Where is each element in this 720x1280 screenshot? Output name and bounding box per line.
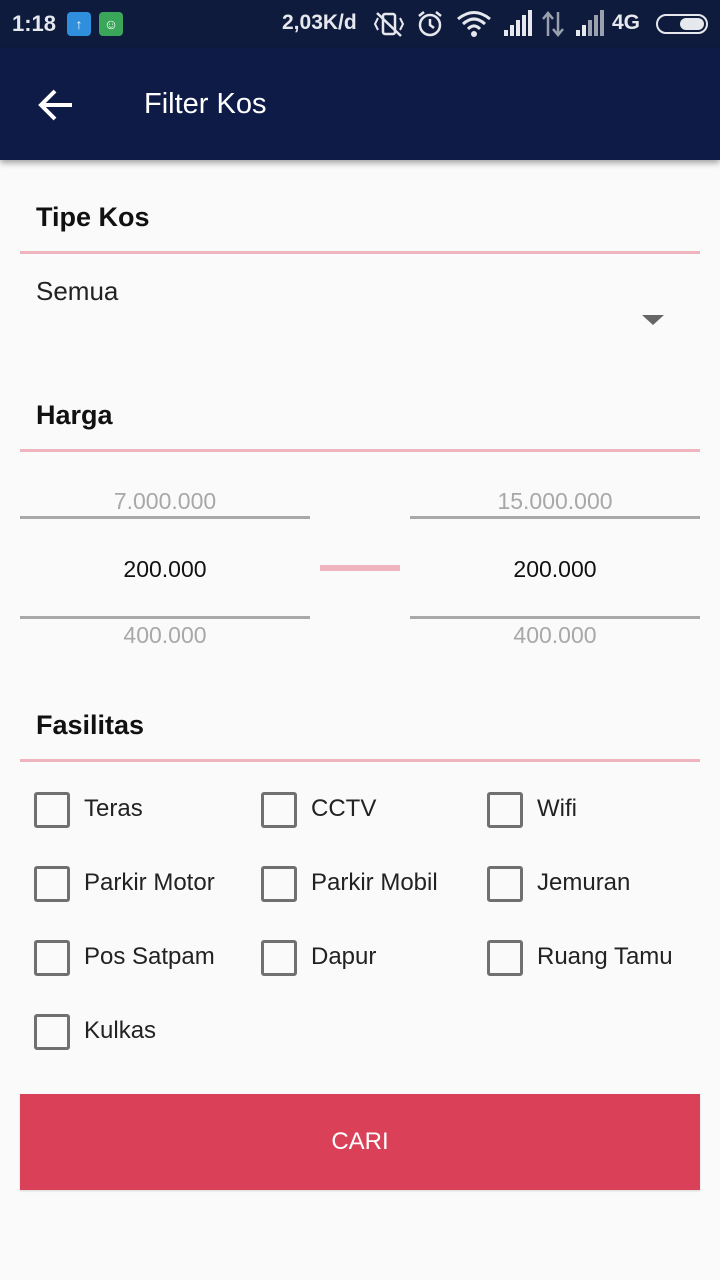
facility-label: Teras <box>84 795 143 822</box>
facility-checkbox-parkir-mobil[interactable]: Parkir Mobil <box>247 866 473 916</box>
checkbox-box[interactable] <box>261 792 297 828</box>
upload-notification-icon: ↑ <box>67 12 91 36</box>
facility-label: Parkir Motor <box>84 869 215 896</box>
checkbox-box[interactable] <box>261 866 297 902</box>
picker-divider <box>20 516 310 519</box>
picker-divider <box>410 516 700 519</box>
facility-checkbox-wifi[interactable]: Wifi <box>473 792 699 842</box>
battery-level <box>680 18 704 30</box>
signal-icon <box>504 10 532 36</box>
picker-divider <box>20 616 310 619</box>
network-type: 4G <box>612 11 641 34</box>
harga-heading: Harga <box>36 400 113 430</box>
facility-label: Kulkas <box>84 1017 157 1044</box>
tipe-kos-heading: Tipe Kos <box>36 202 150 232</box>
fasilitas-divider <box>20 759 700 762</box>
fasilitas-heading: Fasilitas <box>36 710 145 740</box>
min-price-current-value[interactable]: 200.000 <box>20 556 310 583</box>
checkbox-box[interactable] <box>34 792 70 828</box>
tipe-kos-dropdown[interactable]: Semua <box>20 256 700 360</box>
facility-checkbox-ruang-tamu[interactable]: Ruang Tamu <box>473 940 699 990</box>
status-bar: 1:18 ↑ ☺ 2,03K/d 4G <box>0 0 720 48</box>
back-button[interactable] <box>26 78 86 134</box>
signal-weak-icon <box>576 10 604 36</box>
checkbox-box[interactable] <box>487 940 523 976</box>
checkbox-box[interactable] <box>487 792 523 828</box>
network-speed: 2,03K/d <box>282 11 357 34</box>
facility-label: Pos Satpam <box>84 943 215 970</box>
price-range-separator <box>320 565 400 571</box>
arrow-left-icon <box>38 89 72 121</box>
dropdown-arrow-icon <box>642 315 664 325</box>
max-price-prev-value[interactable]: 15.000.000 <box>410 488 700 515</box>
tipe-kos-divider <box>20 251 700 254</box>
facility-label: Dapur <box>311 943 377 970</box>
search-button[interactable]: CARI <box>20 1094 700 1190</box>
facility-checkbox-kulkas[interactable]: Kulkas <box>20 1014 246 1064</box>
min-price-next-value[interactable]: 400.000 <box>20 622 310 649</box>
min-price-prev-value[interactable]: 7.000.000 <box>20 488 310 515</box>
checkbox-box[interactable] <box>34 940 70 976</box>
harga-divider <box>20 449 700 452</box>
facility-checkbox-pos-satpam[interactable]: Pos Satpam <box>20 940 246 990</box>
page-title: Filter Kos <box>144 88 267 120</box>
facility-label: Jemuran <box>537 869 631 896</box>
facility-checkbox-cctv[interactable]: CCTV <box>247 792 473 842</box>
alarm-icon <box>418 11 442 37</box>
data-transfer-icon <box>542 11 564 37</box>
facility-checkbox-teras[interactable]: Teras <box>20 792 246 842</box>
max-price-picker[interactable]: 15.000.000 200.000 400.000 <box>410 474 700 654</box>
checkbox-box[interactable] <box>34 1014 70 1050</box>
wifi-icon <box>457 11 491 37</box>
facility-checkbox-parkir-motor[interactable]: Parkir Motor <box>20 866 246 916</box>
facility-checkbox-dapur[interactable]: Dapur <box>247 940 473 990</box>
checkbox-box[interactable] <box>487 866 523 902</box>
status-time: 1:18 <box>12 11 57 36</box>
vibrate-off-icon <box>374 12 404 37</box>
checkbox-box[interactable] <box>34 866 70 902</box>
tipe-kos-selected-value: Semua <box>36 276 119 306</box>
facility-label: CCTV <box>311 795 377 822</box>
facility-label: Wifi <box>537 795 577 822</box>
facility-checkbox-jemuran[interactable]: Jemuran <box>473 866 699 916</box>
facility-label: Parkir Mobil <box>311 869 438 896</box>
battery-icon <box>656 14 708 34</box>
facility-label: Ruang Tamu <box>537 943 673 970</box>
max-price-next-value[interactable]: 400.000 <box>410 622 700 649</box>
android-app-icon: ☺ <box>99 12 123 36</box>
picker-divider <box>410 616 700 619</box>
max-price-current-value[interactable]: 200.000 <box>410 556 700 583</box>
min-price-picker[interactable]: 7.000.000 200.000 400.000 <box>20 474 310 654</box>
app-bar: Filter Kos <box>0 48 720 160</box>
checkbox-box[interactable] <box>261 940 297 976</box>
